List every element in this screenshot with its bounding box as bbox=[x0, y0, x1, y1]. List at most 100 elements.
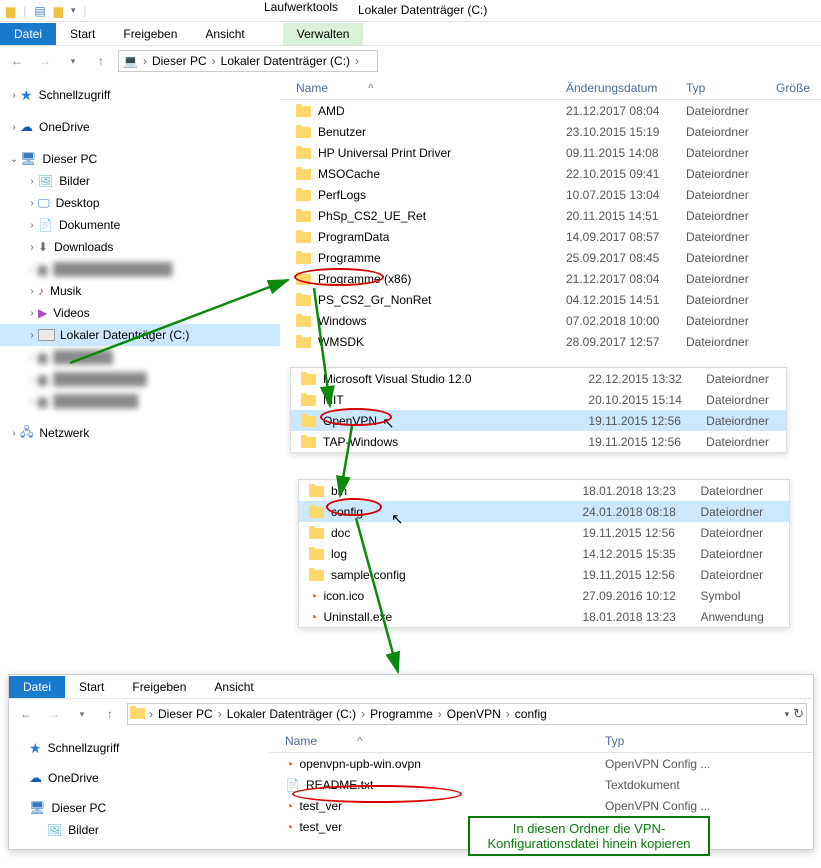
file-row[interactable]: ◔openvpn-upb-win.ovpnOpenVPN Config ... bbox=[269, 753, 813, 774]
tree-thispc[interactable]: 🖥Dieser PC bbox=[9, 797, 269, 819]
file-row[interactable]: WMSDK 28.09.2017 12:57Dateiordner bbox=[280, 331, 821, 352]
back-button[interactable]: ← bbox=[6, 50, 28, 72]
tree-network[interactable]: ›🖧Netzwerk bbox=[0, 422, 280, 444]
file-name: Microsoft Visual Studio 12.0 bbox=[323, 372, 472, 386]
openvpn-icon: ◔ bbox=[285, 756, 293, 772]
tab-ansicht[interactable]: Ansicht bbox=[191, 23, 258, 45]
file-row[interactable]: MSOCache22.10.2015 09:41Dateiordner bbox=[280, 163, 821, 184]
file-date: 28.09.2017 12:57 bbox=[566, 335, 686, 349]
up-button[interactable]: ↑ bbox=[90, 50, 112, 72]
pictures-icon: 🖼 bbox=[47, 823, 62, 837]
back-button[interactable]: ← bbox=[15, 703, 37, 725]
chevron-right-icon[interactable]: › bbox=[355, 54, 359, 68]
file-row[interactable]: 📄README.txtTextdokument bbox=[269, 774, 813, 795]
file-row[interactable]: ◔test_verOpenVPN Config ... bbox=[269, 795, 813, 816]
file-date: 18.01.2018 13:23 bbox=[582, 484, 700, 498]
file-row[interactable]: ◔test_verOpenVPN Config ... bbox=[269, 816, 813, 837]
tree-dokumente[interactable]: ›📄Dokumente bbox=[0, 214, 280, 236]
tree-bilder[interactable]: ›🖼Bilder bbox=[0, 170, 280, 192]
file-row[interactable]: ProgramData14.09.2017 08:57Dateiordner bbox=[280, 226, 821, 247]
crumb[interactable]: Lokaler Datenträger (C:) bbox=[225, 707, 358, 721]
file-row[interactable]: PerfLogs10.07.2015 13:04Dateiordner bbox=[280, 184, 821, 205]
tree-quick-access[interactable]: ›★Schnellzugriff bbox=[0, 84, 280, 106]
tree-quick-access[interactable]: ★Schnellzugriff bbox=[9, 737, 269, 759]
crumb-thispc[interactable]: Dieser PC bbox=[150, 54, 209, 68]
address-bar[interactable]: › Dieser PC› Lokaler Datenträger (C:)› P… bbox=[127, 703, 807, 725]
file-row[interactable]: Windows07.02.2018 10:00Dateiordner bbox=[280, 310, 821, 331]
recent-dropdown[interactable]: ▾ bbox=[71, 703, 93, 725]
qat-dropdown-icon[interactable]: ▾ bbox=[71, 5, 76, 16]
folder-icon bbox=[296, 314, 312, 328]
column-headers[interactable]: Name^ Änderungsdatum Typ Größe bbox=[280, 76, 821, 100]
file-name: PhSp_CS2_UE_Ret bbox=[318, 209, 426, 223]
file-list: Name^ Typ ◔openvpn-upb-win.ovpnOpenVPN C… bbox=[269, 729, 813, 849]
file-row[interactable]: Microsoft Visual Studio 12.0 22.12.2015 1… bbox=[291, 368, 786, 389]
crumb[interactable]: Programme bbox=[368, 707, 435, 721]
tree-item-blurred[interactable]: ›▆███████ bbox=[0, 346, 280, 368]
tab-verwalten[interactable]: Verwalten bbox=[283, 23, 364, 45]
file-row[interactable]: OpenVPN19.11.2015 12:56Dateiordner bbox=[291, 410, 786, 431]
tree-item-blurred[interactable]: ›▆██████████ bbox=[0, 390, 280, 412]
tab-ansicht[interactable]: Ansicht bbox=[200, 676, 267, 698]
pictures-icon: 🖼 bbox=[38, 174, 53, 188]
file-row[interactable]: config24.01.2018 08:18Dateiordner bbox=[299, 501, 789, 522]
recent-dropdown[interactable]: ▾ bbox=[62, 50, 84, 72]
file-date: 22.12.2015 13:32 bbox=[588, 372, 706, 386]
tree-cdrive[interactable]: ›Lokaler Datenträger (C:) bbox=[0, 324, 280, 346]
file-type: Symbol bbox=[700, 589, 789, 603]
file-row[interactable]: PhSp_CS2_UE_Ret20.11.2015 14:51Dateiordn… bbox=[280, 205, 821, 226]
forward-button[interactable]: → bbox=[34, 50, 56, 72]
file-type: Dateiordner bbox=[686, 146, 776, 160]
tab-datei[interactable]: Datei bbox=[0, 23, 56, 45]
refresh-icon[interactable]: ▾ bbox=[785, 709, 790, 720]
file-row[interactable]: log14.12.2015 15:35Dateiordner bbox=[299, 543, 789, 564]
properties-icon[interactable]: ▤ bbox=[34, 4, 45, 18]
tab-start[interactable]: Start bbox=[56, 23, 109, 45]
tree-musik[interactable]: ›♪Musik bbox=[0, 280, 280, 302]
file-row[interactable]: TAP-Windows19.11.2015 12:56Dateiordner bbox=[291, 431, 786, 452]
file-name: WMSDK bbox=[318, 335, 364, 349]
file-row[interactable]: ◔icon.ico27.09.2016 10:12Symbol bbox=[299, 585, 789, 606]
crumb[interactable]: config bbox=[513, 707, 549, 721]
file-row[interactable]: doc19.11.2015 12:56Dateiordner bbox=[299, 522, 789, 543]
tree-videos[interactable]: ›▶Videos bbox=[0, 302, 280, 324]
tree-item-blurred[interactable]: ›▆██████████████ bbox=[0, 258, 280, 280]
crumb[interactable]: Dieser PC bbox=[156, 707, 215, 721]
tree-thispc[interactable]: ⌄🖥Dieser PC bbox=[0, 148, 280, 170]
address-bar[interactable]: 💻 › Dieser PC › Lokaler Datenträger (C:)… bbox=[118, 50, 378, 72]
file-row[interactable]: ◔Uninstall.exe18.01.2018 13:23Anwendung bbox=[299, 606, 789, 627]
file-type: Dateiordner bbox=[700, 505, 789, 519]
file-type: Dateiordner bbox=[686, 335, 776, 349]
tree-downloads[interactable]: ›⬇Downloads bbox=[0, 236, 280, 258]
chevron-right-icon[interactable]: › bbox=[143, 54, 147, 68]
crumb[interactable]: OpenVPN bbox=[445, 707, 503, 721]
file-row[interactable]: MIT20.10.2015 15:14Dateiordner bbox=[291, 389, 786, 410]
file-row[interactable]: PS_CS2_Gr_NonRet04.12.2015 14:51Dateiord… bbox=[280, 289, 821, 310]
forward-button[interactable]: → bbox=[43, 703, 65, 725]
chevron-right-icon[interactable]: › bbox=[212, 54, 216, 68]
column-headers[interactable]: Name^ Typ bbox=[269, 729, 813, 753]
tree-onedrive[interactable]: ›☁OneDrive bbox=[0, 116, 280, 138]
new-folder-icon[interactable]: ▆ bbox=[54, 4, 63, 18]
tab-freigeben[interactable]: Freigeben bbox=[118, 676, 200, 698]
file-row[interactable]: bin18.01.2018 13:23Dateiordner bbox=[299, 480, 789, 501]
tab-datei[interactable]: Datei bbox=[9, 676, 65, 698]
tab-start[interactable]: Start bbox=[65, 676, 118, 698]
tree-onedrive[interactable]: ☁OneDrive bbox=[9, 767, 269, 789]
tab-freigeben[interactable]: Freigeben bbox=[109, 23, 191, 45]
tree-item-blurred[interactable]: ›▆███████████ bbox=[0, 368, 280, 390]
refresh-icon[interactable]: ↻ bbox=[793, 706, 804, 722]
file-row[interactable]: Programme (x86)21.12.2017 08:04Dateiordn… bbox=[280, 268, 821, 289]
file-row[interactable]: sample-config19.11.2015 12:56Dateiordner bbox=[299, 564, 789, 585]
file-type: Textdokument bbox=[605, 778, 745, 792]
up-button[interactable]: ↑ bbox=[99, 703, 121, 725]
crumb-cdrive[interactable]: Lokaler Datenträger (C:) bbox=[219, 54, 352, 68]
file-date: 23.10.2015 15:19 bbox=[566, 125, 686, 139]
file-row[interactable]: AMD21.12.2017 08:04Dateiordner bbox=[280, 100, 821, 121]
file-row[interactable]: Programme25.09.2017 08:45Dateiordner bbox=[280, 247, 821, 268]
tree-bilder[interactable]: 🖼Bilder bbox=[9, 819, 269, 841]
file-row[interactable]: Benutzer23.10.2015 15:19Dateiordner bbox=[280, 121, 821, 142]
file-row[interactable]: HP Universal Print Driver09.11.2015 14:0… bbox=[280, 142, 821, 163]
file-name: Programme bbox=[318, 251, 381, 265]
tree-desktop[interactable]: ›🖵Desktop bbox=[0, 192, 280, 214]
